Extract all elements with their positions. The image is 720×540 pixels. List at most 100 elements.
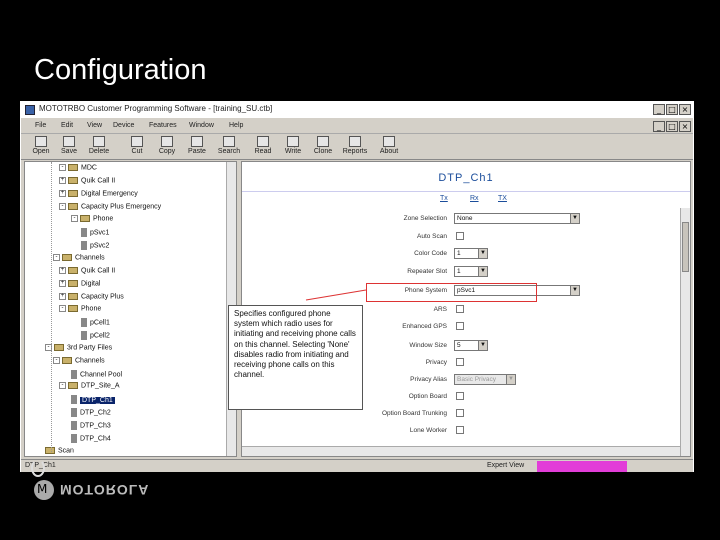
open-button[interactable]: Open — [27, 135, 55, 159]
tree-item[interactable]: - Phone — [59, 305, 101, 317]
copy-button[interactable]: Copy — [153, 135, 181, 159]
field-checkbox[interactable] — [456, 305, 464, 313]
tree-item[interactable]: + Quik Call II — [59, 176, 115, 189]
copy-label: Copy — [158, 148, 176, 155]
menu-features[interactable]: Features — [149, 122, 177, 129]
collapse-icon[interactable]: - — [71, 215, 78, 223]
tree-item[interactable]: - Channels — [53, 253, 105, 266]
chevron-down-icon[interactable]: ▼ — [570, 286, 579, 295]
tab-tx2[interactable]: TX — [498, 195, 507, 202]
tree-item[interactable]: Channel Pool — [71, 369, 122, 382]
menu-help[interactable]: Help — [229, 122, 243, 129]
tree-item[interactable]: -3rd Party Files — [45, 343, 112, 356]
tree-item[interactable]: - MDC — [59, 164, 97, 176]
expand-icon[interactable]: + — [59, 189, 66, 197]
tab-tx[interactable]: Tx — [440, 195, 448, 202]
tree-item[interactable]: pCell2 — [81, 331, 110, 343]
collapse-icon[interactable]: - — [53, 253, 60, 261]
field-dropdown[interactable]: 1 ▼ — [454, 248, 488, 259]
expand-icon[interactable]: + — [59, 266, 66, 274]
tab-rx[interactable]: Rx — [470, 195, 479, 202]
field-checkbox[interactable] — [456, 392, 464, 400]
tree-item[interactable]: + Digital — [59, 279, 100, 292]
chevron-down-icon[interactable]: ▼ — [478, 267, 487, 276]
field-checkbox[interactable] — [456, 426, 464, 434]
tree-item[interactable]: pCell1 — [81, 318, 110, 330]
collapse-icon[interactable]: - — [53, 356, 60, 364]
field-checkbox[interactable] — [456, 409, 464, 417]
collapse-icon[interactable]: - — [59, 164, 66, 171]
cut-button[interactable]: Cut — [123, 135, 151, 159]
collapse-icon[interactable]: - — [59, 305, 66, 313]
scroll-thumb[interactable] — [682, 222, 689, 272]
tree-item[interactable]: - Channels — [53, 356, 105, 369]
radio-icon — [71, 433, 77, 443]
collapse-icon[interactable]: - — [59, 382, 66, 390]
tree-item[interactable]: + Quik Call II — [59, 266, 115, 279]
menu-edit[interactable]: Edit — [61, 122, 73, 129]
menu-window[interactable]: Window — [189, 122, 214, 129]
field-dropdown[interactable]: 1 ▼ — [454, 266, 488, 277]
menu-view[interactable]: View — [87, 122, 102, 129]
tree-item[interactable]: - DTP_Site_A — [59, 382, 120, 394]
maximize-button[interactable]: □ — [666, 104, 678, 115]
chevron-down-icon[interactable]: ▼ — [506, 375, 515, 384]
child-minimize-button[interactable]: _ — [653, 121, 665, 132]
expand-icon[interactable]: + — [59, 176, 66, 184]
search-button[interactable]: Search — [215, 135, 243, 159]
write-button[interactable]: Write — [279, 135, 307, 159]
tree-item[interactable]: pSvc2 — [81, 241, 109, 253]
tree-item[interactable]: DTP_Ch4 — [71, 433, 111, 446]
field-label: Option Board Trunking — [381, 410, 447, 417]
field-label: Auto Scan — [417, 233, 447, 240]
field-dropdown[interactable]: 5 ▼ — [454, 340, 488, 351]
tree-item[interactable]: DTP_Ch3 — [71, 421, 111, 433]
tree-item[interactable]: + Digital Emergency — [59, 189, 138, 202]
child-close-button[interactable]: × — [679, 121, 691, 132]
minimize-button[interactable]: _ — [653, 104, 665, 115]
panel-scrollbar[interactable] — [680, 208, 690, 456]
tree-item[interactable]: DTP_Ch2 — [71, 408, 111, 420]
tree-item[interactable]: - Capacity Plus Emergency — [59, 202, 161, 215]
field-dropdown[interactable]: None ▼ — [454, 213, 580, 224]
tree-item[interactable]: + Capacity Plus — [59, 292, 124, 305]
paste-icon — [191, 136, 203, 147]
tree-item[interactable]: DTP_Ch1 — [71, 395, 115, 407]
status-mode: Expert View — [487, 462, 525, 469]
chevron-down-icon[interactable]: ▼ — [570, 214, 579, 223]
field-checkbox[interactable] — [456, 358, 464, 366]
tree-item[interactable]: Scan — [45, 446, 74, 456]
clone-button[interactable]: Clone — [309, 135, 337, 159]
expand-icon[interactable]: + — [59, 292, 66, 300]
close-button[interactable]: × — [679, 104, 691, 115]
about-icon — [383, 136, 395, 147]
tree-item[interactable]: - Phone — [71, 215, 113, 227]
paste-button[interactable]: Paste — [183, 135, 211, 159]
save-button[interactable]: Save — [55, 135, 83, 159]
folder-icon — [68, 202, 78, 210]
tree-item[interactable]: pSvc1 — [81, 228, 109, 240]
write-icon — [287, 136, 299, 147]
field-checkbox[interactable] — [456, 232, 464, 240]
chevron-down-icon[interactable]: ▼ — [478, 341, 487, 350]
phone-system-highlight — [366, 283, 537, 302]
reports-button[interactable]: Reports — [341, 135, 369, 159]
panel-hscrollbar[interactable] — [242, 446, 680, 456]
chevron-down-icon[interactable]: ▼ — [478, 249, 487, 258]
delete-button[interactable]: Delete — [85, 135, 113, 159]
reports-icon — [349, 136, 361, 147]
menu-bar: File Edit View Device Features Window He… — [21, 118, 693, 134]
menu-device[interactable]: Device — [113, 122, 134, 129]
expand-icon[interactable]: + — [59, 279, 66, 287]
status-indicator — [537, 461, 627, 472]
about-button[interactable]: About — [375, 135, 403, 159]
configuration-tree[interactable]: - MDC + Quik Call II + Digital Emergency - Capa… — [24, 161, 237, 457]
field-value: None — [457, 215, 473, 222]
child-maximize-button[interactable]: □ — [666, 121, 678, 132]
cut-icon — [131, 136, 143, 147]
read-button[interactable]: Read — [249, 135, 277, 159]
menu-file[interactable]: File — [35, 122, 46, 129]
field-checkbox[interactable] — [456, 322, 464, 330]
field-value: 1 — [457, 268, 461, 275]
collapse-icon[interactable]: - — [59, 202, 66, 210]
